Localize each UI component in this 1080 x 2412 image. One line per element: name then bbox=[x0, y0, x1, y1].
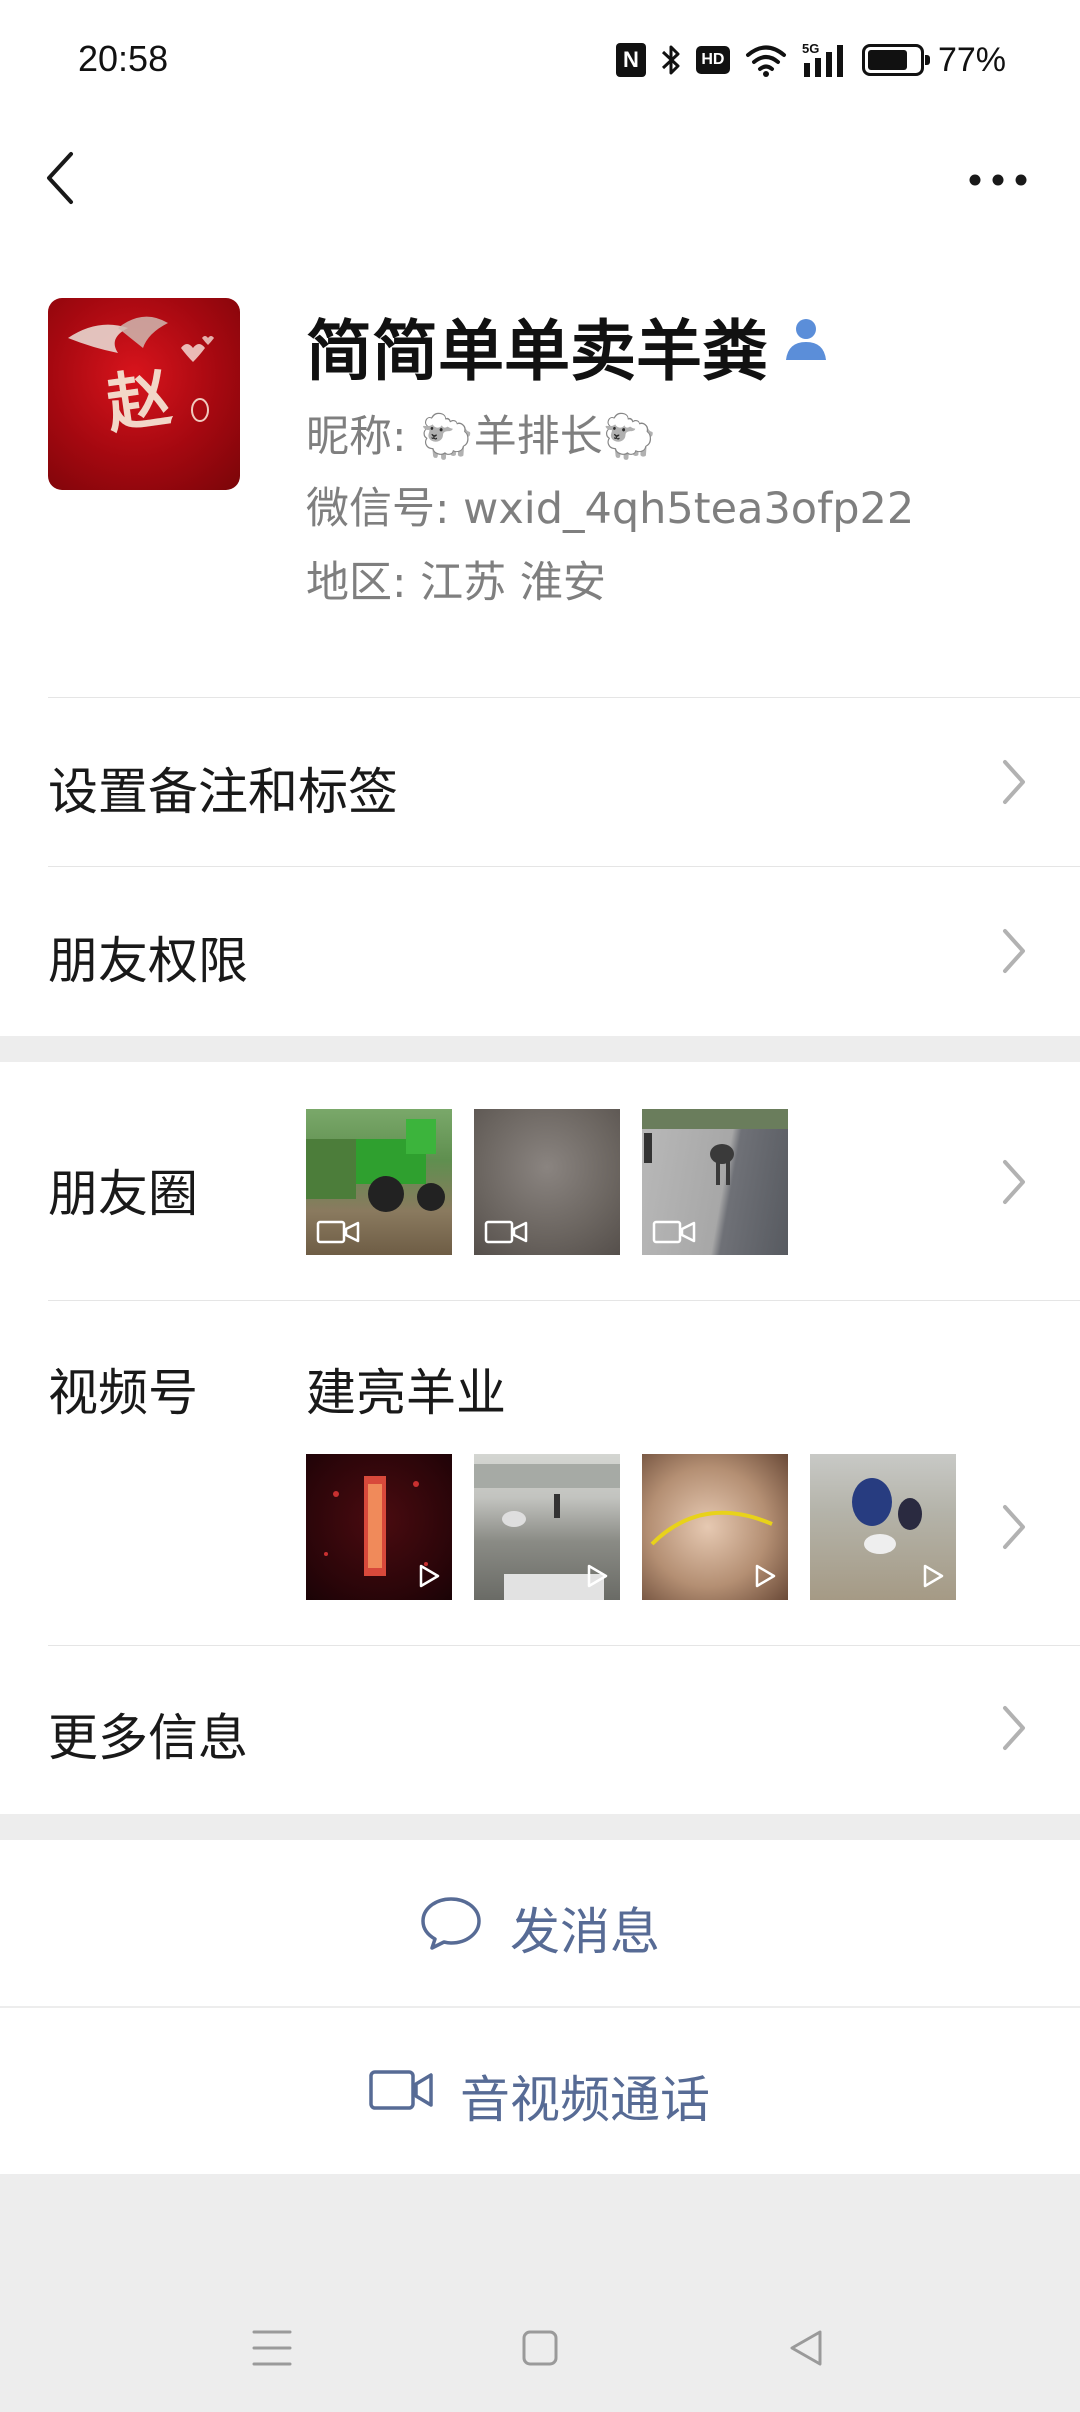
nickname-line: 昵称: 🐑羊排长🐑 bbox=[306, 412, 657, 462]
top-nav bbox=[0, 124, 1080, 234]
chevron-right-icon bbox=[1003, 929, 1025, 973]
recent-apps-button[interactable] bbox=[242, 2322, 302, 2374]
moments-label: 朋友圈 bbox=[48, 1165, 198, 1223]
chevron-left-icon bbox=[47, 152, 73, 204]
av-call-label: 音视频通话 bbox=[460, 2071, 710, 2129]
chevron-right-icon bbox=[1003, 1160, 1025, 1204]
home-button[interactable] bbox=[510, 2322, 570, 2374]
back-button[interactable] bbox=[30, 142, 90, 214]
hd-icon: HD bbox=[695, 46, 730, 74]
chevron-right-icon bbox=[1003, 1706, 1025, 1750]
moments-thumb[interactable] bbox=[474, 1109, 620, 1255]
cellular-signal-icon: 5G bbox=[802, 41, 848, 79]
region-line: 地区: 江苏 淮安 bbox=[306, 558, 606, 608]
actions-section: 发消息 音视频通话 bbox=[0, 1840, 1080, 2174]
more-info-row[interactable]: 更多信息 bbox=[0, 1646, 1080, 1814]
chat-bubble-icon bbox=[421, 1897, 481, 1950]
network-type-label: 5G bbox=[802, 41, 819, 56]
display-name: 简简单单卖羊粪 bbox=[306, 313, 768, 390]
video-icon bbox=[484, 1220, 528, 1244]
video-icon bbox=[316, 1220, 360, 1244]
channels-thumb[interactable] bbox=[474, 1454, 620, 1600]
bottom-area bbox=[0, 2174, 1080, 2412]
play-icon bbox=[923, 1564, 944, 1588]
play-icon bbox=[587, 1564, 608, 1588]
friend-permissions-row[interactable]: 朋友权限 bbox=[0, 867, 1080, 1036]
battery-percent: 77% bbox=[937, 40, 1006, 79]
moments-row[interactable]: 朋友圈 bbox=[0, 1062, 1080, 1300]
channels-row[interactable]: 视频号 建亮羊业 bbox=[0, 1301, 1080, 1645]
remark-tags-row[interactable]: 设置备注和标签 bbox=[0, 698, 1080, 866]
wechat-id-line: 微信号: wxid_4qh5tea3ofp22 bbox=[306, 484, 915, 534]
contact-person-icon bbox=[786, 319, 826, 360]
remark-tags-label: 设置备注和标签 bbox=[48, 763, 398, 821]
channels-thumb[interactable] bbox=[810, 1454, 956, 1600]
more-dots-icon bbox=[969, 174, 1027, 186]
more-options-button[interactable] bbox=[960, 144, 1036, 216]
back-triangle-icon bbox=[790, 2330, 822, 2366]
wifi-icon bbox=[744, 42, 788, 78]
content-section: 朋友圈 视频号 建亮羊业 更多信息 bbox=[0, 1062, 1080, 1814]
battery-icon bbox=[861, 44, 930, 76]
friend-permissions-label: 朋友权限 bbox=[48, 932, 248, 990]
status-bar: 20:58 N HD 5G 77% bbox=[0, 0, 1080, 124]
more-info-label: 更多信息 bbox=[48, 1709, 248, 1767]
play-icon bbox=[419, 1564, 440, 1588]
battery-level bbox=[867, 50, 907, 70]
bluetooth-icon bbox=[660, 42, 682, 78]
moments-thumb[interactable] bbox=[642, 1109, 788, 1255]
video-call-icon bbox=[369, 2070, 433, 2110]
av-call-button[interactable]: 音视频通话 bbox=[0, 2008, 1080, 2174]
send-message-button[interactable]: 发消息 bbox=[0, 1840, 1080, 2006]
menu-lines-icon bbox=[252, 2330, 292, 2366]
channels-account-name: 建亮羊业 bbox=[306, 1364, 506, 1422]
system-back-button[interactable] bbox=[776, 2322, 836, 2374]
channels-thumb[interactable] bbox=[642, 1454, 788, 1600]
home-square-icon bbox=[522, 2330, 558, 2366]
avatar-character: 赵 bbox=[101, 359, 176, 444]
status-time: 20:58 bbox=[78, 38, 169, 79]
nfc-icon: N bbox=[615, 43, 646, 77]
avatar[interactable]: 赵 bbox=[48, 298, 240, 490]
moments-thumb[interactable] bbox=[306, 1109, 452, 1255]
chevron-right-icon bbox=[1003, 1505, 1025, 1549]
send-message-label: 发消息 bbox=[510, 1903, 660, 1961]
profile-header: 赵 简简单单卖羊粪 昵称: 🐑羊排长🐑 微信号: wxid_4qh5tea3of… bbox=[0, 234, 1080, 698]
play-icon bbox=[755, 1564, 776, 1588]
channels-thumb[interactable] bbox=[306, 1454, 452, 1600]
settings-section: 设置备注和标签 朋友权限 bbox=[0, 698, 1080, 1036]
channels-label: 视频号 bbox=[48, 1364, 198, 1422]
chevron-right-icon bbox=[1003, 760, 1025, 804]
video-icon bbox=[652, 1220, 696, 1244]
status-icons: N HD 5G 77% bbox=[615, 40, 1006, 80]
